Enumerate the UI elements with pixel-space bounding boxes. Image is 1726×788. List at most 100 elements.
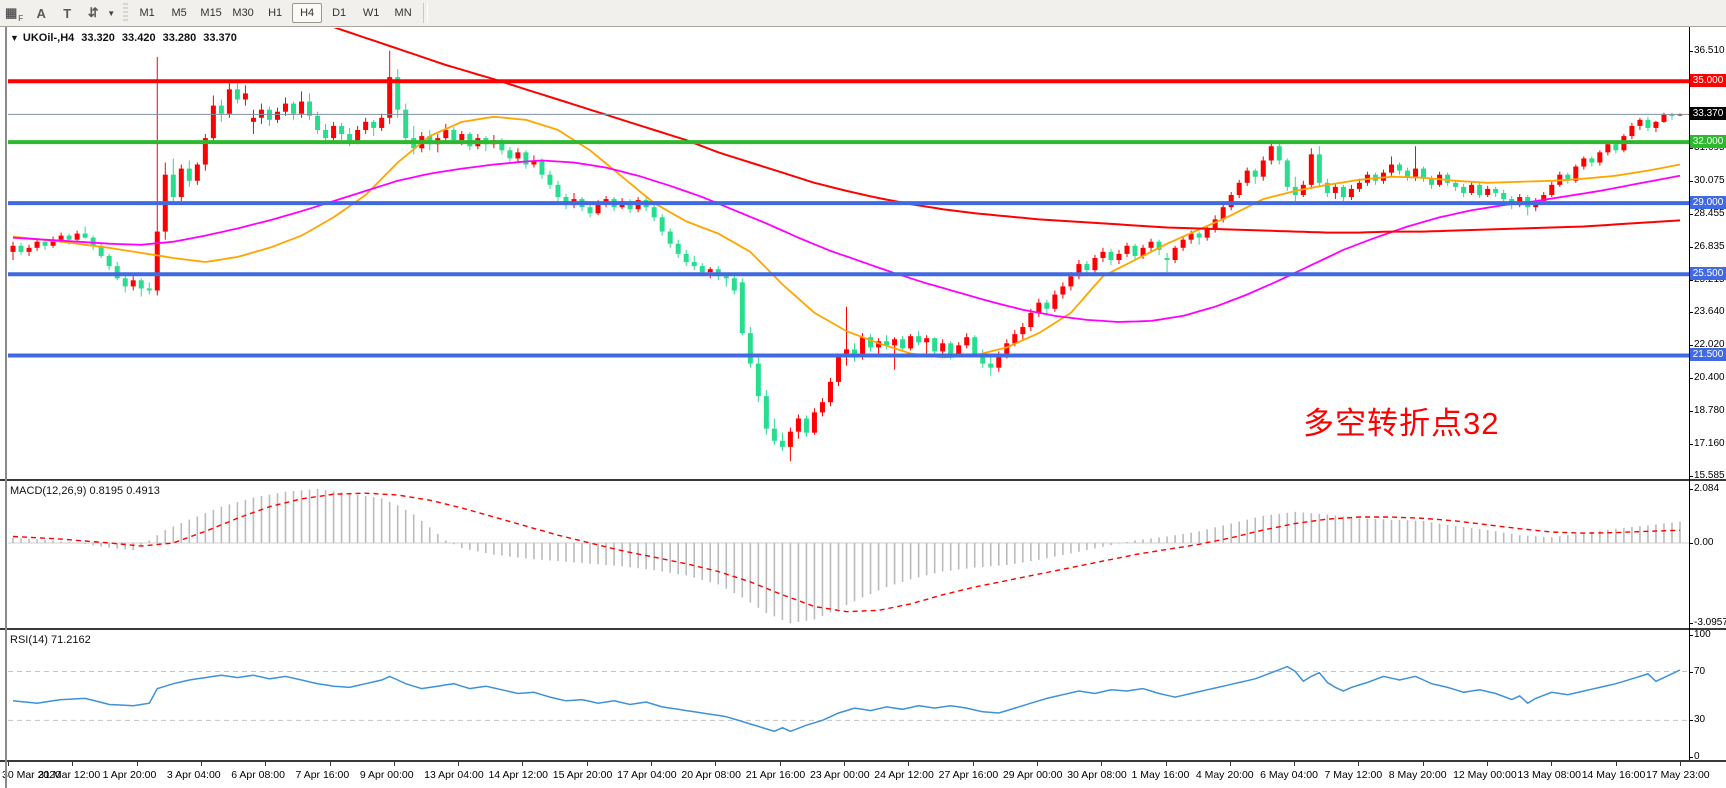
arrow-tools-button[interactable]: ⇵ bbox=[81, 2, 105, 24]
time-tick bbox=[973, 762, 974, 766]
candle-body bbox=[804, 418, 809, 432]
candle-body bbox=[1493, 189, 1498, 193]
candle-body bbox=[1589, 158, 1594, 162]
candle-body bbox=[1405, 171, 1410, 177]
candle-body bbox=[1485, 189, 1490, 195]
candle-body bbox=[1629, 126, 1634, 136]
dropdown-caret-icon[interactable]: ▼ bbox=[107, 9, 115, 18]
candle-body bbox=[932, 338, 937, 351]
time-label: 27 Apr 16:00 bbox=[939, 769, 999, 781]
timeframe-button-m15[interactable]: M15 bbox=[196, 3, 226, 23]
candle-body bbox=[1092, 258, 1097, 270]
time-tick bbox=[1166, 762, 1167, 766]
candle-body bbox=[251, 118, 256, 122]
candle-body bbox=[1637, 120, 1642, 126]
time-tick bbox=[1358, 762, 1359, 766]
price-tick-label: 36.510 bbox=[1694, 45, 1725, 56]
candle-body bbox=[964, 337, 969, 345]
rsi-tick-label: 0 bbox=[1694, 751, 1700, 762]
time-tick bbox=[1037, 762, 1038, 766]
time-tick bbox=[1294, 762, 1295, 766]
timeframe-button-m1[interactable]: M1 bbox=[132, 3, 162, 23]
rsi-pane[interactable]: RSI(14) 71.2162 bbox=[0, 630, 1726, 760]
candle-body bbox=[676, 244, 681, 254]
candle-body bbox=[363, 122, 368, 130]
macd-tick bbox=[1689, 543, 1693, 544]
candle-body bbox=[43, 242, 48, 246]
candle-body bbox=[107, 256, 112, 266]
price-tick bbox=[1689, 476, 1693, 477]
candle-body bbox=[515, 152, 520, 158]
price-tick bbox=[1689, 345, 1693, 346]
candle-body bbox=[1397, 165, 1402, 171]
candle-body bbox=[131, 280, 136, 286]
timeframe-button-m30[interactable]: M30 bbox=[228, 3, 258, 23]
annotation-text[interactable]: 多空转折点32 bbox=[1303, 398, 1499, 443]
text-box-button[interactable]: T bbox=[55, 2, 79, 24]
time-tick bbox=[1230, 762, 1231, 766]
candle-body bbox=[1549, 185, 1554, 195]
macd-tick bbox=[1689, 489, 1693, 490]
timeframe-button-w1[interactable]: W1 bbox=[356, 3, 386, 23]
time-tick bbox=[458, 762, 459, 766]
candle-body bbox=[299, 102, 304, 114]
candle-body bbox=[115, 266, 120, 278]
candle-body bbox=[1149, 242, 1154, 248]
time-tick bbox=[844, 762, 845, 766]
candle-body bbox=[1116, 254, 1121, 260]
candle-body bbox=[732, 278, 737, 290]
snap-grid-button[interactable]: ▦F bbox=[1, 2, 27, 24]
text-label-button[interactable]: A bbox=[29, 2, 53, 24]
time-tick bbox=[137, 762, 138, 766]
time-label: 13 Apr 04:00 bbox=[424, 769, 484, 781]
candle-body bbox=[700, 266, 705, 272]
candle-body bbox=[708, 269, 713, 272]
time-label: 31 Mar 12:00 bbox=[38, 769, 100, 781]
candle-body bbox=[1197, 234, 1202, 238]
candle-body bbox=[1261, 160, 1266, 176]
price-level-badge: 21.500 bbox=[1690, 348, 1726, 361]
timeframe-button-h4[interactable]: H4 bbox=[292, 3, 322, 23]
timeframe-button-h1[interactable]: H1 bbox=[260, 3, 290, 23]
candle-body bbox=[1597, 152, 1602, 162]
candle-body bbox=[283, 104, 288, 112]
rsi-value: 71.2162 bbox=[51, 634, 91, 646]
candle-body bbox=[75, 234, 80, 240]
candle-body bbox=[155, 232, 160, 291]
rsi-line bbox=[13, 667, 1680, 732]
price-tick-label: 23.640 bbox=[1694, 306, 1725, 317]
symbol-title: ▼UKOil-,H433.32033.42033.28033.370 bbox=[10, 32, 237, 44]
candle-body bbox=[1060, 286, 1065, 294]
candle-body bbox=[1044, 303, 1049, 309]
candle-body bbox=[1133, 246, 1138, 256]
time-label: 14 May 16:00 bbox=[1582, 769, 1646, 781]
candle-body bbox=[1477, 185, 1482, 195]
candle-body bbox=[908, 336, 913, 348]
time-label: 6 Apr 08:00 bbox=[231, 769, 285, 781]
candle-body bbox=[1205, 230, 1210, 238]
time-tick bbox=[72, 762, 73, 766]
window-left-edge bbox=[5, 27, 7, 788]
candle-body bbox=[323, 130, 328, 138]
candle-body bbox=[1028, 313, 1033, 327]
timeframe-button-mn[interactable]: MN bbox=[388, 3, 418, 23]
time-label: 14 Apr 12:00 bbox=[488, 769, 548, 781]
price-level-badge: 35.000 bbox=[1690, 74, 1726, 87]
timeframe-button-d1[interactable]: D1 bbox=[324, 3, 354, 23]
symbol-dropdown-icon[interactable]: ▼ bbox=[10, 33, 19, 43]
time-label: 7 May 12:00 bbox=[1324, 769, 1382, 781]
macd-tick-label: 0.00 bbox=[1694, 537, 1713, 548]
price-level-badge: 32.000 bbox=[1690, 135, 1726, 148]
timeframe-button-m5[interactable]: M5 bbox=[164, 3, 194, 23]
text-box-button-icon: T bbox=[63, 6, 71, 21]
macd-pane[interactable]: MACD(12,26,9) 0.8195 0.4913 bbox=[0, 481, 1726, 628]
close-value: 33.370 bbox=[203, 32, 237, 44]
candle-body bbox=[748, 333, 753, 363]
candle-body bbox=[291, 104, 296, 114]
rsi-tick bbox=[1689, 672, 1693, 673]
time-axis[interactable]: 30 Mar 202031 Mar 12:001 Apr 20:003 Apr … bbox=[0, 762, 1726, 788]
candle-body bbox=[916, 336, 921, 342]
symbol-label: UKOil-,H4 bbox=[23, 32, 74, 44]
chart-window: ▼UKOil-,H433.32033.42033.28033.370 MACD(… bbox=[0, 27, 1726, 788]
price-tick-label: 30.075 bbox=[1694, 175, 1725, 186]
